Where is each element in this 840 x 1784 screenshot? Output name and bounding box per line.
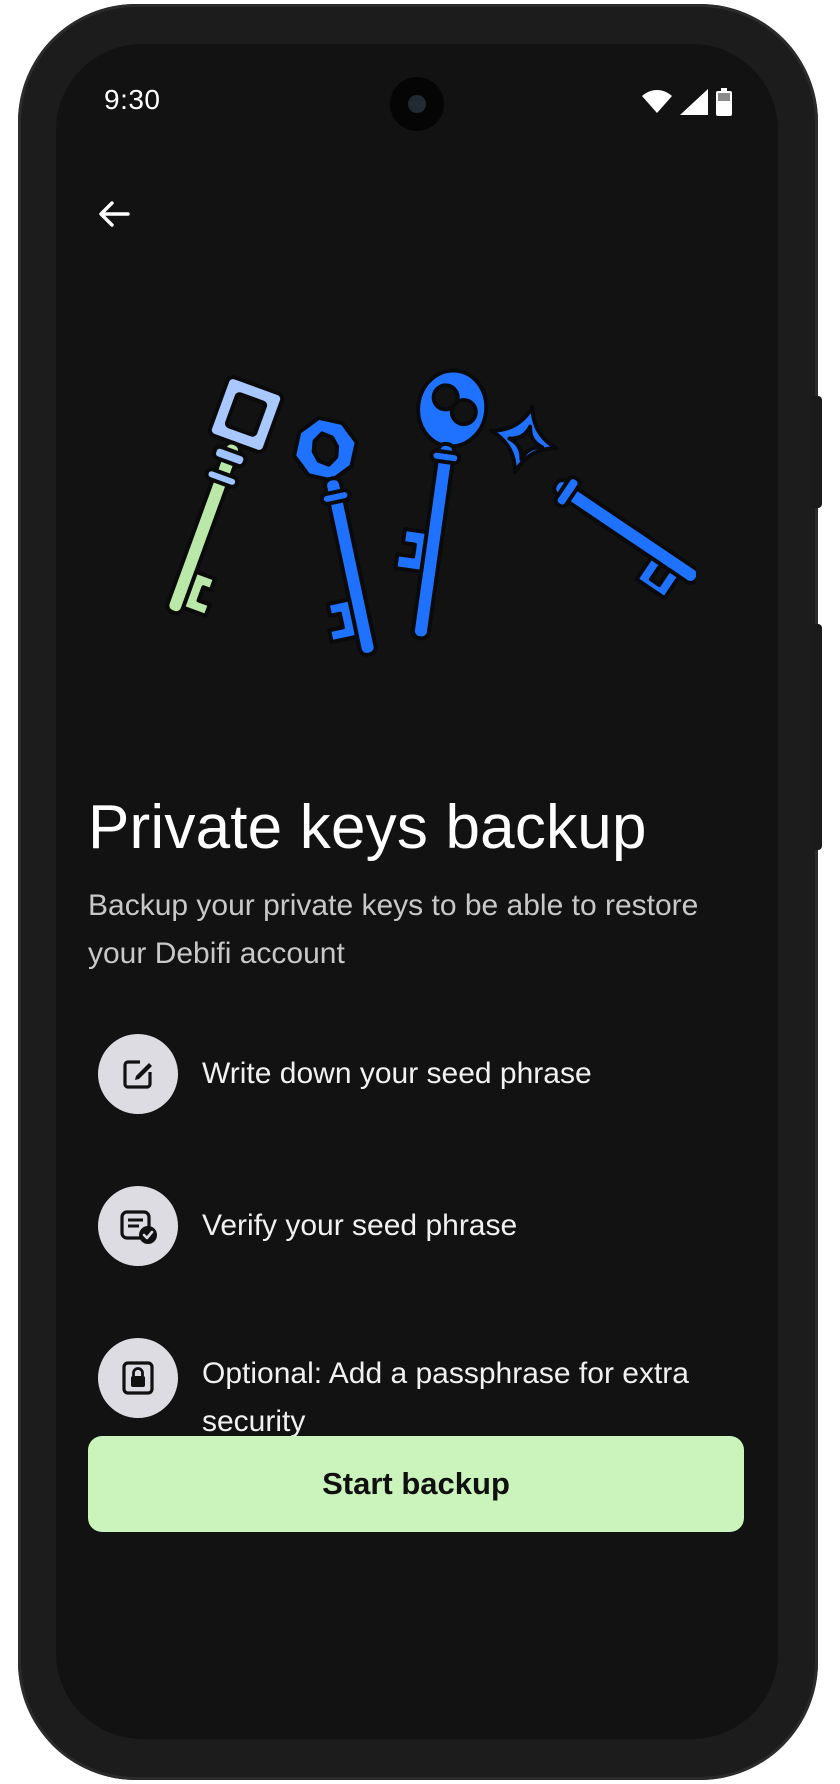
keys-illustration — [165, 368, 696, 657]
volume-button — [812, 624, 822, 850]
edit-icon — [123, 1060, 152, 1089]
step-icon-circle — [98, 1186, 178, 1266]
front-camera — [390, 77, 444, 131]
wifi-icon — [642, 90, 672, 113]
page-subtitle: Backup your private keys to be able to r… — [88, 889, 699, 970]
cellular-signal-icon — [680, 89, 708, 115]
power-button — [812, 396, 822, 508]
step-write-seed: Write down your seed phrase — [98, 1034, 738, 1114]
back-button[interactable] — [88, 188, 140, 240]
lock-icon — [122, 1361, 154, 1395]
step-icon-circle — [98, 1338, 178, 1418]
step-passphrase: Optional: Add a passphrase for extra sec… — [98, 1338, 738, 1446]
step-label: Optional: Add a passphrase for extra sec… — [202, 1357, 689, 1438]
step-verify-seed: Verify your seed phrase — [98, 1186, 738, 1266]
status-bar: 9:30 — [56, 44, 778, 156]
step-label: Write down your seed phrase — [202, 1057, 592, 1090]
status-icons — [642, 88, 732, 116]
status-time: 9:30 — [104, 84, 161, 115]
document-check-icon — [120, 1210, 157, 1244]
step-label: Verify your seed phrase — [202, 1209, 518, 1242]
page-title: Private keys backup — [88, 793, 647, 862]
start-backup-button[interactable]: Start backup — [88, 1436, 744, 1532]
arrow-left-icon — [99, 201, 130, 227]
app-screen: 9:30 Private keys backup Backup your pri… — [56, 44, 778, 1739]
step-icon-circle — [98, 1034, 178, 1114]
battery-icon — [716, 88, 732, 116]
